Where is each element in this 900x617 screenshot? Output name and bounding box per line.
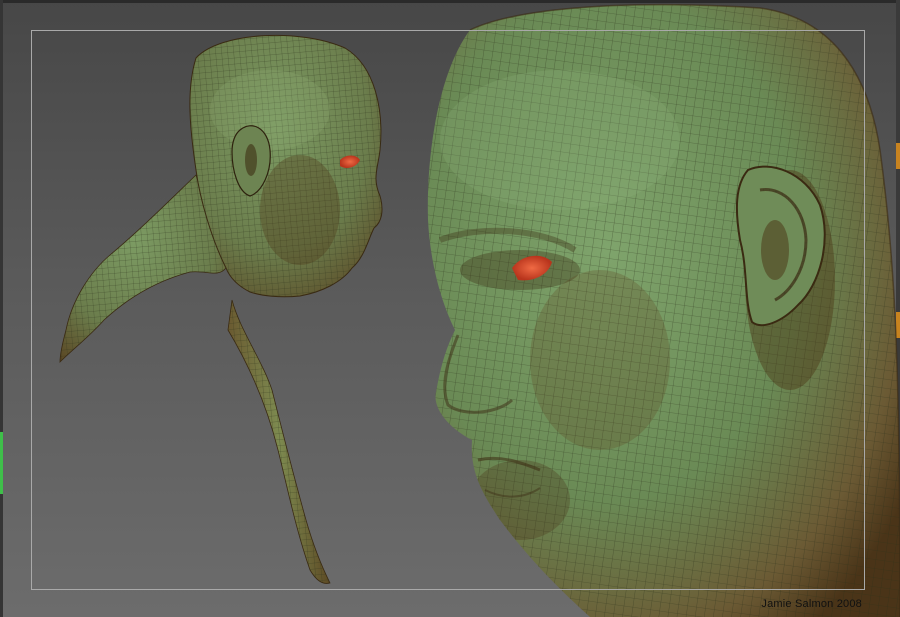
small-head-model (59, 34, 383, 584)
artist-signature: Jamie Salmon 2008 (761, 598, 862, 610)
zbrush-viewport[interactable]: Jamie Salmon 2008 (0, 0, 900, 617)
large-head-model (427, 3, 900, 617)
sculpt-render (59, 3, 900, 617)
